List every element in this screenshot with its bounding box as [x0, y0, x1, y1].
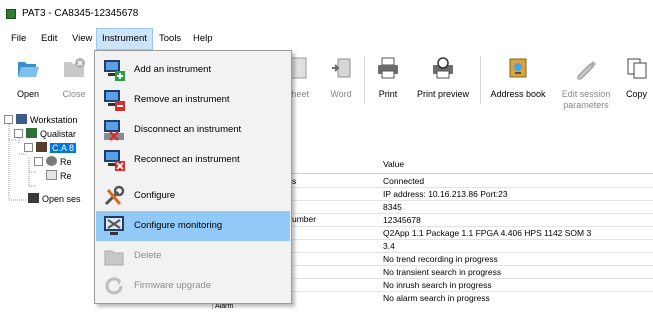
property-label: s	[292, 176, 297, 186]
tree-item-workstation[interactable]: Workstation	[4, 113, 77, 127]
instrument-menu: Add an instrument Remove an instrument D…	[94, 50, 292, 304]
menu-edit[interactable]: Edit	[36, 28, 62, 50]
add-instrument-icon	[104, 60, 125, 81]
disconnect-instrument-icon	[104, 120, 124, 141]
configure-monitoring-icon	[104, 216, 124, 235]
tree-item-qualistar[interactable]: Qualistar	[14, 127, 76, 141]
print-button[interactable]: Print	[370, 50, 406, 112]
menu-tools[interactable]: Tools	[154, 28, 186, 50]
title-bar: PAT3 - CA8345-12345678	[0, 0, 653, 28]
value-cell: No transient search in progress	[383, 267, 502, 277]
menu-item-disconnect-instrument[interactable]: Disconnect an instrument	[96, 115, 290, 145]
menu-help[interactable]: Help	[188, 28, 218, 50]
tree-label: Workstation	[30, 115, 78, 125]
tree-label-selected: C.A 8	[50, 143, 77, 153]
close-label: Close	[62, 89, 86, 99]
menu-item-reconnect-instrument[interactable]: Reconnect an instrument	[96, 145, 290, 175]
tree-item-open-session[interactable]: Open ses	[28, 192, 81, 206]
remove-instrument-icon	[104, 90, 125, 111]
session-icon	[28, 193, 39, 203]
value-cell: No alarm search in progress	[383, 293, 490, 303]
open-label: Open	[16, 89, 40, 99]
report-icon	[46, 170, 57, 180]
value-cell: No inrush search in progress	[383, 280, 492, 290]
window-title: PAT3 - CA8345-12345678	[22, 8, 139, 19]
tree-label: Open ses	[42, 194, 81, 204]
recording-icon	[46, 156, 57, 166]
copy-icon	[627, 58, 646, 79]
menu-item-add-instrument[interactable]: Add an instrument	[96, 55, 290, 85]
copy-label: Copy	[625, 89, 647, 99]
print-label: Print	[378, 89, 398, 99]
print-preview-icon	[433, 57, 453, 79]
menu-view[interactable]: View	[67, 28, 97, 50]
edit-session-label: Edit session parameters	[561, 89, 611, 110]
expand-icon[interactable]	[34, 157, 43, 166]
value-cell: No trend recording in progress	[383, 254, 498, 264]
tree-label: Re	[60, 171, 72, 181]
property-label: umber	[292, 214, 317, 224]
word-button[interactable]: Word	[324, 50, 358, 112]
network-icon	[26, 128, 37, 138]
menu-item-label: Configure	[134, 190, 176, 201]
tree-item-child1[interactable]: Re	[34, 155, 72, 169]
menu-item-delete[interactable]: Delete	[96, 241, 290, 271]
menu-item-label: Delete	[134, 250, 162, 261]
menu-file[interactable]: File	[6, 28, 31, 50]
copy-button[interactable]: Copy	[620, 50, 653, 112]
folder-close-icon	[64, 58, 85, 77]
value-cell: 12345678	[383, 215, 421, 225]
printer-icon	[378, 57, 398, 79]
folder-open-icon	[18, 62, 39, 77]
menu-bar: File Edit View Instrument Tools Help	[0, 28, 653, 50]
firmware-upgrade-icon	[105, 277, 123, 295]
toolbar-separator	[480, 56, 481, 104]
value-cell: Connected	[383, 176, 425, 186]
tree-item-instrument[interactable]: C.A 8	[24, 141, 77, 155]
toolbar-separator	[364, 56, 365, 104]
menu-item-configure-monitoring[interactable]: Configure monitoring	[96, 211, 290, 241]
menu-item-label: Disconnect an instrument	[134, 124, 242, 135]
tree-label: Qualistar	[40, 129, 77, 139]
collapse-icon[interactable]	[4, 115, 13, 124]
value-column-header: Value	[383, 159, 405, 169]
menu-instrument[interactable]: Instrument	[96, 28, 153, 50]
close-button[interactable]: Close	[54, 50, 94, 112]
menu-item-label: Firmware upgrade	[134, 280, 212, 291]
print-preview-label: Print preview	[416, 89, 470, 99]
menu-item-configure[interactable]: Configure	[96, 181, 290, 211]
edit-session-button[interactable]: Edit session parameters	[556, 50, 616, 112]
address-book-button[interactable]: Address book	[486, 50, 550, 112]
value-cell: 8345	[383, 202, 402, 212]
address-book-label: Address book	[490, 89, 546, 99]
menu-item-label: Configure monitoring	[134, 220, 223, 231]
configure-tools-icon	[104, 185, 125, 206]
edit-session-icon	[577, 61, 596, 80]
address-book-icon	[509, 58, 527, 78]
word-label: Word	[330, 89, 352, 99]
app-icon	[6, 9, 16, 19]
delete-icon	[104, 250, 124, 266]
value-cell: Q2App 1.1 Package 1.1 FPGA 4.406 HPS 114…	[383, 228, 592, 238]
word-icon	[332, 58, 351, 78]
menu-item-firmware-upgrade[interactable]: Firmware upgrade	[96, 271, 290, 301]
tree-label: Re	[60, 157, 72, 167]
value-cell: 3.4	[383, 241, 395, 251]
reconnect-instrument-icon	[104, 150, 125, 171]
instrument-icon	[36, 142, 47, 152]
tree-item-child2[interactable]: Re	[46, 169, 72, 183]
collapse-icon[interactable]	[14, 129, 23, 138]
value-cell: IP address: 10.16.213.86 Port:23	[383, 189, 508, 199]
menu-item-label: Reconnect an instrument	[134, 154, 240, 165]
workstation-icon	[16, 114, 27, 124]
menu-item-label: Remove an instrument	[134, 94, 230, 105]
print-preview-button[interactable]: Print preview	[412, 50, 474, 112]
collapse-icon[interactable]	[24, 143, 33, 152]
menu-item-remove-instrument[interactable]: Remove an instrument	[96, 85, 290, 115]
menu-item-label: Add an instrument	[134, 64, 212, 75]
open-button[interactable]: Open	[10, 50, 46, 112]
